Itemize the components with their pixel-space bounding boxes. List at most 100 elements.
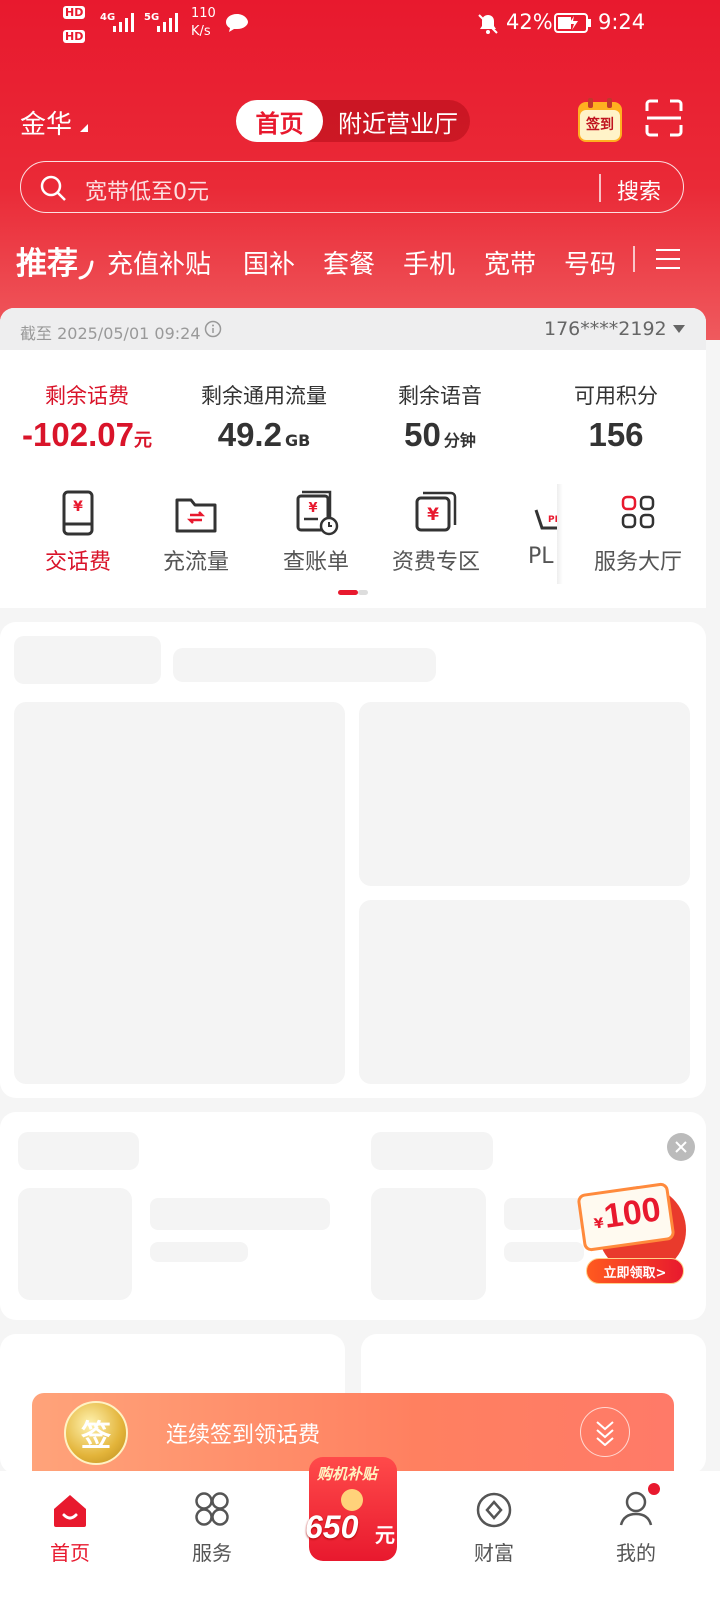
svg-text:¥: ¥ (73, 499, 83, 515)
category-tab-plans[interactable]: 套餐 (323, 244, 375, 281)
nav-wealth[interactable]: 财富 (444, 1471, 544, 1571)
stat-balance[interactable]: 剩余话费 -102.07元 (0, 380, 174, 460)
battery-icon (554, 13, 591, 33)
phone-dropdown-icon[interactable] (672, 324, 686, 334)
stat-data[interactable]: 剩余通用流量 49.2 GB (176, 380, 352, 460)
category-tabs: 推荐 充值补贴 国补 套餐 手机 宽带 号码 (0, 236, 720, 286)
category-divider (633, 246, 635, 272)
skeleton-title (14, 636, 161, 684)
tab-home[interactable]: 首页 (236, 100, 323, 142)
sim1-hd-badge: HD (63, 6, 86, 19)
category-tab-numbers[interactable]: 号码 (564, 244, 616, 281)
stat-balance-unit: 元 (133, 430, 152, 451)
quick-action-data-topup-label: 充流量 (162, 550, 229, 575)
signin-coin-badge: 签 (64, 1401, 128, 1465)
quick-action-service-hall[interactable]: 服务大厅 (586, 490, 690, 580)
floating-coupon-close[interactable] (667, 1133, 695, 1161)
quick-actions-scroll-fade (557, 484, 563, 584)
stat-voice-value: 50 (404, 416, 441, 453)
balance-timestamp: 截至 2025/05/01 09:24 (20, 324, 201, 343)
folder-transfer-icon (175, 498, 217, 533)
tab-nearby-store[interactable]: 附近营业厅 (328, 100, 468, 142)
signal-icon-2 (157, 13, 178, 32)
signal-icon-1 (113, 13, 134, 32)
scan-button[interactable] (644, 98, 684, 138)
recommend-underline-swoosh (78, 260, 94, 280)
quick-action-pay-bill[interactable]: ¥ 交话费 (28, 490, 128, 580)
stat-voice[interactable]: 剩余语音 50 分钟 (352, 380, 528, 460)
skeleton-title-left (18, 1132, 139, 1170)
quick-action-data-topup[interactable]: 充流量 (146, 490, 246, 580)
nav-mine-label: 我的 (616, 1541, 656, 1565)
skeleton-line-right-1 (504, 1198, 584, 1230)
signin-calendar-button[interactable]: 签到 (576, 96, 624, 144)
subsidy-amount: 650 (305, 1509, 359, 1545)
phone-yuan-icon: ¥ (62, 490, 94, 536)
nav-services[interactable]: 服务 (162, 1471, 262, 1571)
quick-action-bill-query-label: 查账单 (282, 550, 349, 575)
loading-card-1 (0, 622, 706, 1098)
coupon-cta-button[interactable]: 立即领取> (586, 1258, 684, 1284)
clock: 9:24 (598, 10, 646, 34)
header-tab-switch: 首页 附近营业厅 (236, 100, 470, 142)
city-selector[interactable]: 金华 (20, 104, 90, 140)
expand-chevrons-button[interactable] (580, 1407, 630, 1457)
page-indicator-inactive (358, 590, 368, 595)
quick-action-tariff-zone[interactable]: ¥ 资费专区 (386, 490, 486, 580)
phone-number[interactable]: 176****2192 (544, 318, 667, 340)
nav-mine[interactable]: 我的 (586, 1471, 686, 1571)
notification-dot (648, 1483, 660, 1495)
stat-voice-label: 剩余语音 (398, 384, 482, 408)
category-tab-national-subsidy[interactable]: 国补 (243, 244, 295, 281)
stat-points-label: 可用积分 (574, 384, 658, 408)
skeleton-subtitle (173, 648, 436, 682)
stat-voice-unit: 分钟 (443, 431, 476, 450)
nav-home[interactable]: 首页 (20, 1471, 120, 1571)
quick-action-pl-label: PL (528, 544, 554, 569)
stat-data-unit: GB (284, 431, 311, 450)
floating-coupon[interactable]: ¥ 100 立即领取> (576, 1172, 688, 1288)
user-profile-icon (619, 1491, 653, 1526)
tab-nearby-store-label: 附近营业厅 (338, 109, 458, 138)
skeleton-thumb-left (18, 1188, 132, 1300)
category-tab-recharge[interactable]: 充值补贴 (107, 244, 211, 281)
status-bar: HD HD 4G 5G 110 K/s 42% 9:24 (0, 0, 720, 50)
stat-points[interactable]: 可用积分 156 (528, 380, 704, 460)
category-menu-icon[interactable] (654, 246, 682, 272)
search-bar[interactable]: 宽带低至0元 搜索 (20, 161, 684, 213)
speed-unit: K/s (191, 24, 211, 39)
coupon-cta-label: 立即领取> (603, 1265, 667, 1281)
account-card: 截至 2025/05/01 09:24 176****2192 剩余话费 -10… (0, 308, 706, 608)
tab-home-label: 首页 (255, 109, 304, 138)
skeleton-block-bottom-right (359, 900, 690, 1084)
quick-action-pl[interactable]: PL PL (520, 490, 560, 580)
account-card-header: 截至 2025/05/01 09:24 176****2192 (0, 308, 706, 350)
skeleton-line-left-2 (150, 1242, 248, 1262)
category-tab-broadband[interactable]: 宽带 (484, 244, 536, 281)
category-tab-recommend[interactable]: 推荐 (16, 238, 78, 283)
bill-clock-icon: ¥ (296, 490, 339, 536)
bottom-nav: 首页 服务 购机补贴 650 元 财富 我的 (0, 1457, 720, 1600)
skeleton-line-left-1 (150, 1198, 330, 1230)
message-icon (226, 14, 248, 32)
info-icon[interactable] (204, 320, 222, 338)
skeleton-line-right-2 (504, 1242, 584, 1262)
page-indicator (338, 590, 368, 595)
coupon-currency: ¥ (592, 1215, 605, 1233)
search-button[interactable]: 搜索 (617, 174, 661, 206)
speed-value: 110 (191, 6, 216, 21)
svg-text:¥: ¥ (308, 501, 317, 516)
stat-balance-label: 剩余话费 (45, 384, 129, 408)
signin-coin-text: 签 (81, 1419, 111, 1454)
nav-purchase-subsidy[interactable]: 购机补贴 650 元 (305, 1457, 405, 1561)
category-tab-phones[interactable]: 手机 (403, 244, 455, 281)
nav-services-label: 服务 (192, 1541, 232, 1565)
nav-wealth-label: 财富 (474, 1541, 514, 1565)
battery-percent: 42% (506, 10, 553, 34)
grid-apps-icon (621, 495, 655, 529)
search-divider (599, 174, 601, 202)
quick-action-bill-query[interactable]: ¥ 查账单 (266, 490, 366, 580)
quick-action-tariff-zone-label: 资费专区 (391, 550, 480, 575)
skeleton-block-large (14, 702, 345, 1084)
subsidy-unit: 元 (375, 1523, 395, 1547)
